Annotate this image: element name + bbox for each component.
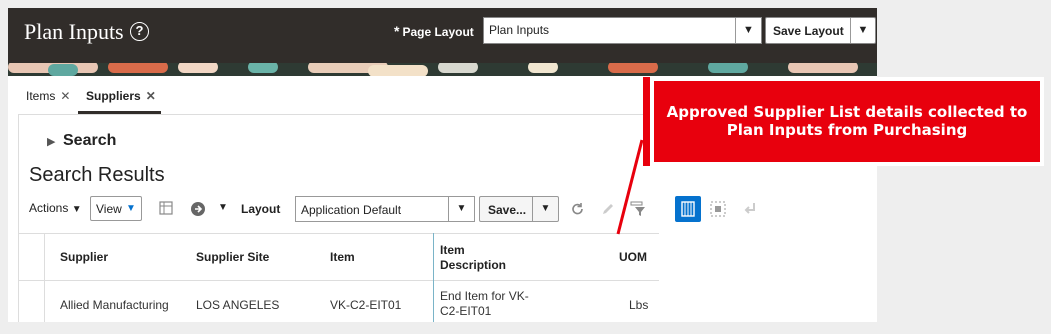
save-label: Save...: [488, 203, 527, 217]
tab-suppliers[interactable]: Suppliers ✕: [86, 89, 156, 103]
actions-menu[interactable]: Actions ▼: [29, 201, 82, 215]
cell-item-description: End Item for VK-C2-EIT01: [440, 289, 529, 318]
chevron-down-icon[interactable]: ▼: [735, 18, 761, 43]
go-icon[interactable]: [189, 200, 207, 218]
wrap-icon: [744, 203, 755, 214]
freeze-columns-icon[interactable]: [157, 200, 175, 218]
layout-label: Layout: [241, 202, 281, 216]
tab-items-label: Items: [26, 89, 56, 103]
column-header-item[interactable]: Item: [330, 250, 355, 265]
column-header-supplier[interactable]: Supplier: [60, 250, 108, 265]
page-layout-label-text: Page Layout: [402, 25, 474, 39]
search-section-header[interactable]: Search: [63, 132, 116, 150]
row-header-column: [19, 233, 45, 322]
expand-triangle-icon[interactable]: ▶: [47, 135, 55, 148]
table-row[interactable]: Allied Manufacturing LOS ANGELES VK-C2-E…: [19, 281, 659, 322]
page-layout-value: Plan Inputs: [489, 23, 550, 37]
close-icon[interactable]: ✕: [146, 89, 156, 103]
save-layout-label: Save Layout: [773, 24, 844, 38]
refresh-icon[interactable]: [569, 200, 587, 218]
detach-icon[interactable]: [709, 200, 727, 218]
save-layout-button[interactable]: Save Layout ▼: [765, 17, 876, 44]
annotation-callout: Approved Supplier List details collected…: [650, 77, 1044, 166]
results-toolbar: Actions ▼ View ▼ ▼ Layout Application De…: [29, 194, 869, 224]
actions-label: Actions: [29, 201, 69, 215]
frozen-column-divider: [433, 233, 434, 322]
column-header-item-description[interactable]: Item Description: [440, 243, 530, 273]
decorative-banner: [8, 63, 877, 76]
column-header-supplier-site[interactable]: Supplier Site: [196, 250, 269, 265]
chevron-down-icon: ▼: [126, 203, 136, 214]
cell-uom: Lbs: [629, 298, 649, 312]
search-results-title: Search Results: [29, 164, 165, 186]
save-layout-menu-button[interactable]: Save... ▼: [479, 196, 559, 222]
cell-item: VK-C2-EIT01: [330, 298, 402, 312]
required-marker: *: [394, 23, 400, 39]
chevron-down-icon[interactable]: ▼: [850, 18, 875, 43]
callout-accent-bar: [643, 77, 649, 166]
cell-supplier: Allied Manufacturing: [60, 298, 169, 312]
help-icon[interactable]: ?: [130, 22, 149, 41]
column-header-uom[interactable]: UOM: [619, 250, 647, 265]
edit-icon: [603, 204, 613, 214]
cell-supplier-site: LOS ANGELES: [196, 298, 280, 312]
layout-value: Application Default: [301, 203, 402, 217]
page-header: Plan Inputs ? * Page Layout Plan Inputs ▼…: [8, 8, 877, 63]
table-header-row: Supplier Supplier Site Item Item Descrip…: [19, 233, 659, 281]
layout-select[interactable]: Application Default ▼: [295, 196, 475, 222]
close-icon[interactable]: ✕: [60, 89, 70, 103]
chevron-down-icon[interactable]: ▼: [448, 197, 474, 221]
tab-suppliers-label: Suppliers: [86, 89, 141, 103]
search-results-table: Supplier Supplier Site Item Item Descrip…: [19, 233, 659, 322]
query-by-example-icon[interactable]: [675, 196, 701, 222]
page-layout-label: * Page Layout: [394, 23, 474, 39]
view-menu-button[interactable]: View ▼: [90, 196, 142, 221]
tab-items[interactable]: Items ✕: [26, 89, 70, 103]
callout-text: Approved Supplier List details collected…: [666, 103, 1028, 139]
page-layout-select[interactable]: Plan Inputs ▼: [483, 17, 762, 44]
chevron-down-icon[interactable]: ▼: [218, 202, 228, 213]
filter-icon[interactable]: [629, 200, 647, 218]
view-label: View: [96, 202, 122, 216]
chevron-down-icon[interactable]: ▼: [532, 197, 558, 221]
chevron-down-icon: ▼: [71, 204, 82, 215]
page-title: Plan Inputs: [24, 19, 124, 44]
